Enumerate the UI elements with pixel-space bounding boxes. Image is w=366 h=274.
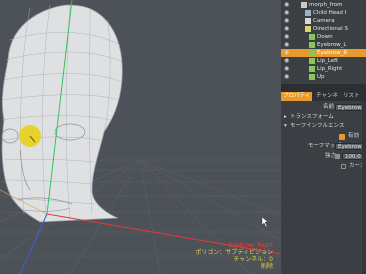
expand-arrow-icon[interactable]: ▸ (284, 113, 287, 122)
selection-name: Eyebrow_Right (228, 242, 273, 249)
property-tabs: プロパティ チャンネ リスト (281, 92, 366, 101)
outliner-row[interactable]: ◉ Directional S (281, 25, 366, 33)
viewport-canvas[interactable] (0, 0, 281, 274)
visibility-eye-icon[interactable]: ◉ (284, 58, 291, 64)
name-row: 名前 Eyebrow_R (281, 103, 366, 112)
outliner-row[interactable]: ◉ Eyebrow_R (281, 49, 366, 57)
outliner-row[interactable]: ◉ Lip_Right (281, 65, 366, 73)
visibility-eye-icon[interactable]: ◉ (284, 74, 291, 80)
outliner-row-label: Lip_Right (317, 66, 343, 72)
outliner-row[interactable]: ◉ Child Head I (281, 9, 366, 17)
keyframe-icon[interactable] (335, 154, 340, 159)
visibility-eye-icon[interactable]: ◉ (284, 50, 291, 56)
outliner-row[interactable]: ◉ Lip_Left (281, 57, 366, 65)
head-mesh (1, 4, 123, 223)
visibility-eye-icon[interactable]: ◉ (284, 18, 291, 24)
visibility-eye-icon[interactable]: ◉ (284, 34, 291, 40)
collapse-arrow-icon[interactable]: ▾ (284, 122, 287, 131)
right-panel: ◉ morph_from ◉ Child Head I ◉ Camera ◉ Directio… (281, 0, 366, 274)
morph-icon (309, 50, 315, 56)
enable-label: 有効 (348, 133, 360, 139)
visibility-eye-icon[interactable]: ◉ (284, 2, 291, 8)
outliner-row-label: morph_from (309, 2, 343, 8)
tab-channels[interactable]: チャンネ (314, 92, 340, 101)
enable-checkbox[interactable] (339, 134, 345, 140)
visibility-eye-icon[interactable]: ◉ (284, 66, 291, 72)
morph-icon (309, 34, 315, 40)
strength-row: 強さ 100.0 % (281, 152, 366, 161)
visibility-eye-icon[interactable]: ◉ (284, 10, 291, 16)
camera-icon (305, 18, 311, 24)
outliner-row-label: Eyebrow_L (317, 42, 347, 48)
morph-icon (309, 66, 315, 72)
outliner-row-label: Eyebrow_R (317, 50, 348, 56)
3d-viewport[interactable]: Eyebrow_Right ポリゴン：サブディビジョン チャンネル：0 削除 (0, 0, 281, 274)
curve-row: カーカ (281, 162, 366, 171)
outliner-row[interactable]: ◉ Up (281, 73, 366, 81)
item-icon (305, 10, 311, 16)
group-icon (301, 2, 307, 8)
name-label: 名前 (323, 104, 335, 110)
curve-checkbox[interactable] (341, 164, 346, 169)
visibility-eye-icon[interactable]: ◉ (284, 42, 291, 48)
light-icon (305, 26, 311, 32)
morph-icon (309, 74, 315, 80)
properties-panel: 名前 Eyebrow_R ▸ トランスフォーム ▾ モーフインフルエンス 有効 … (281, 101, 366, 274)
outliner-row-label: Child Head I (313, 10, 347, 16)
z-axis-line (19, 213, 48, 274)
transform-label: トランスフォーム (290, 114, 334, 120)
outliner-row-label: Camera (313, 18, 335, 24)
morph-map-row: モーフマップ Eyebrow_R (281, 142, 366, 151)
transform-section[interactable]: ▸ トランスフォーム (281, 113, 366, 122)
outliner-row-label: Up (317, 74, 325, 80)
morph-influence-section[interactable]: ▾ モーフインフルエンス (281, 122, 366, 131)
outliner-row-label: Directional S (313, 26, 348, 32)
viewport-info-overlay: Eyebrow_Right ポリゴン：サブディビジョン チャンネル：0 削除 (195, 242, 273, 270)
outliner-row-label: Down (317, 34, 333, 40)
outliner-row[interactable]: ◉ Eyebrow_L (281, 41, 366, 49)
morph-icon (309, 58, 315, 64)
item-list[interactable]: ◉ morph_from ◉ Child Head I ◉ Camera ◉ Directio… (281, 0, 366, 84)
polygon-info: ポリゴン：サブディビジョン (195, 249, 273, 256)
tab-properties[interactable]: プロパティ (281, 92, 313, 101)
enable-row: 有効 (281, 132, 366, 141)
morph-icon (309, 42, 315, 48)
properties-scrollbar[interactable] (362, 101, 366, 274)
channel-info: チャンネル：0 (233, 256, 273, 263)
outliner-scrollbar[interactable] (281, 84, 366, 92)
morph-influence-label: モーフインフルエンス (290, 123, 345, 129)
outliner-row[interactable]: ◉ morph_from (281, 1, 366, 9)
outliner-row-label: Lip_Left (317, 58, 339, 64)
delete-info: 削除 (260, 263, 273, 270)
tab-list[interactable]: リスト (341, 92, 362, 101)
visibility-eye-icon[interactable]: ◉ (284, 26, 291, 32)
mouse-cursor-icon (261, 216, 269, 228)
outliner-row[interactable]: ◉ Down (281, 33, 366, 41)
outliner-row[interactable]: ◉ Camera (281, 17, 366, 25)
